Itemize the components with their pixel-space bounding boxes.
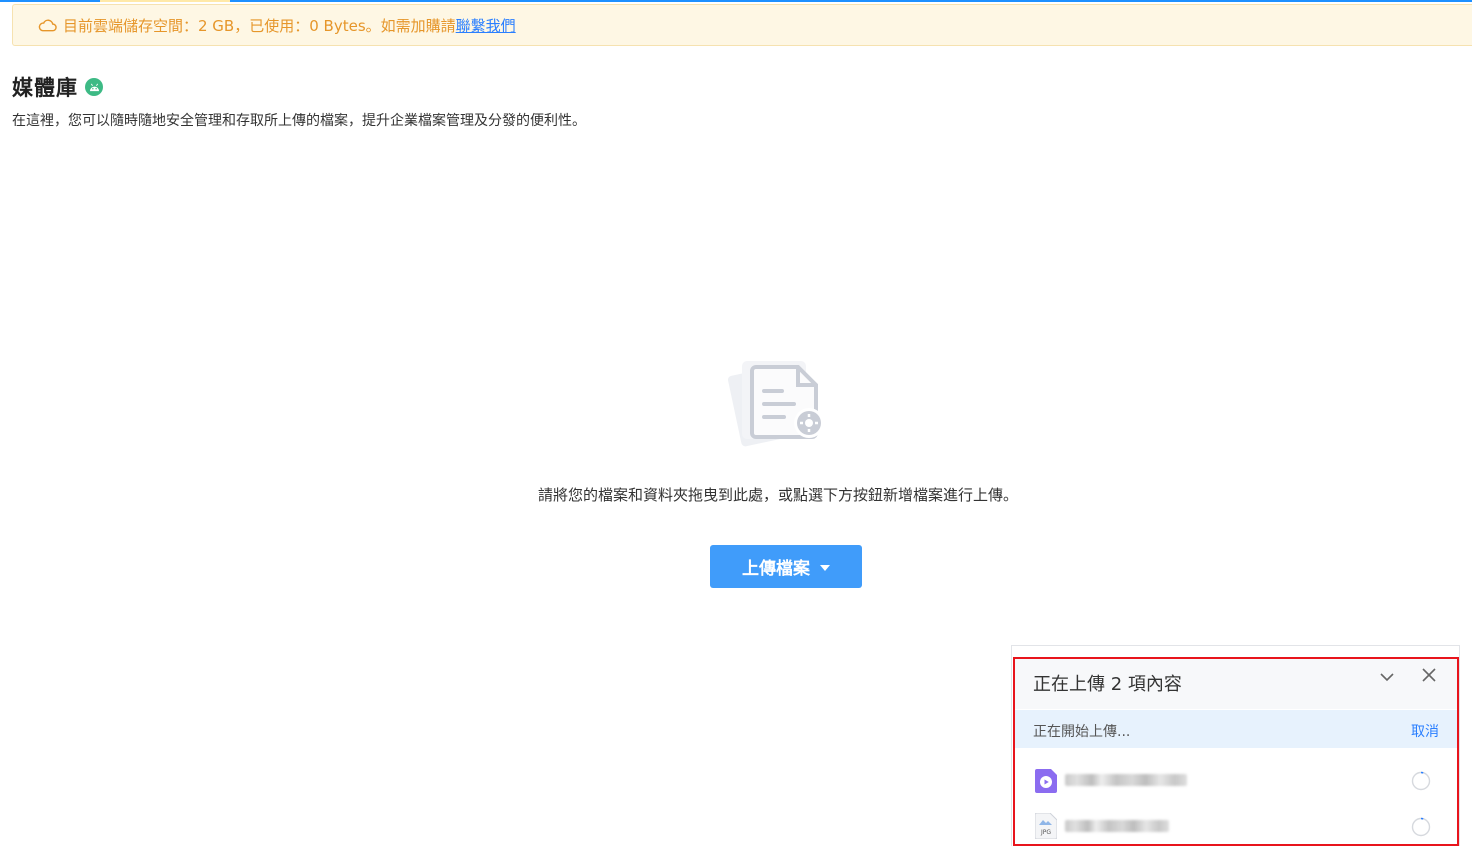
drop-zone-instructions: 請將您的檔案和資料夾拖曳到此處，或點選下方按鈕新增檔案進行上傳。 bbox=[537, 486, 1018, 504]
jpg-file-icon: JPG bbox=[1035, 813, 1057, 839]
loading-spinner-icon bbox=[1411, 817, 1431, 837]
upload-status-bar: 正在開始上傳... 取消 bbox=[1015, 710, 1457, 748]
storage-notice-message: 目前雲端儲存空間：2 GB，已使用：0 Bytes。如需加購請 bbox=[63, 16, 456, 35]
loading-spinner-icon bbox=[1411, 771, 1431, 791]
caret-down-icon bbox=[820, 564, 830, 571]
upload-files-button[interactable]: 上傳檔案 bbox=[710, 545, 862, 588]
upload-status-text: 正在開始上傳... bbox=[1033, 724, 1131, 740]
video-file-icon bbox=[1035, 769, 1057, 793]
upload-files-button-label: 上傳檔案 bbox=[742, 559, 810, 579]
svg-text:JPG: JPG bbox=[1040, 829, 1051, 836]
upload-file-row: JPG bbox=[1015, 804, 1457, 844]
file-name bbox=[1065, 820, 1169, 832]
close-icon[interactable] bbox=[1421, 667, 1437, 683]
cancel-upload-button[interactable]: 取消 bbox=[1411, 721, 1439, 741]
android-icon bbox=[85, 78, 103, 96]
document-settings-icon bbox=[727, 361, 824, 447]
page-title: 媒體庫 bbox=[12, 76, 78, 100]
page-subtitle: 在這裡，您可以隨時隨地安全管理和存取所上傳的檔案，提升企業檔案管理及分發的便利性… bbox=[12, 113, 586, 129]
cloud-icon bbox=[38, 19, 57, 32]
contact-us-link[interactable]: 聯繫我們 bbox=[456, 17, 516, 35]
upload-progress-panel: 正在上傳 2 項內容 正在開始上傳... 取消 JPG bbox=[1013, 657, 1459, 846]
storage-notice-banner: 目前雲端儲存空間：2 GB，已使用：0 Bytes。如需加購請聯繫我們 bbox=[12, 4, 1472, 46]
chevron-down-icon[interactable] bbox=[1379, 669, 1395, 685]
upload-panel-header: 正在上傳 2 項內容 bbox=[1015, 659, 1457, 709]
file-name bbox=[1065, 774, 1187, 786]
page-header: 媒體庫 bbox=[12, 72, 103, 102]
upload-panel-title: 正在上傳 2 項內容 bbox=[1033, 674, 1182, 695]
storage-notice-text: 目前雲端儲存空間：2 GB，已使用：0 Bytes。如需加購請聯繫我們 bbox=[63, 15, 516, 36]
top-active-tab-indicator bbox=[100, 0, 230, 2]
upload-file-row bbox=[1015, 758, 1457, 804]
